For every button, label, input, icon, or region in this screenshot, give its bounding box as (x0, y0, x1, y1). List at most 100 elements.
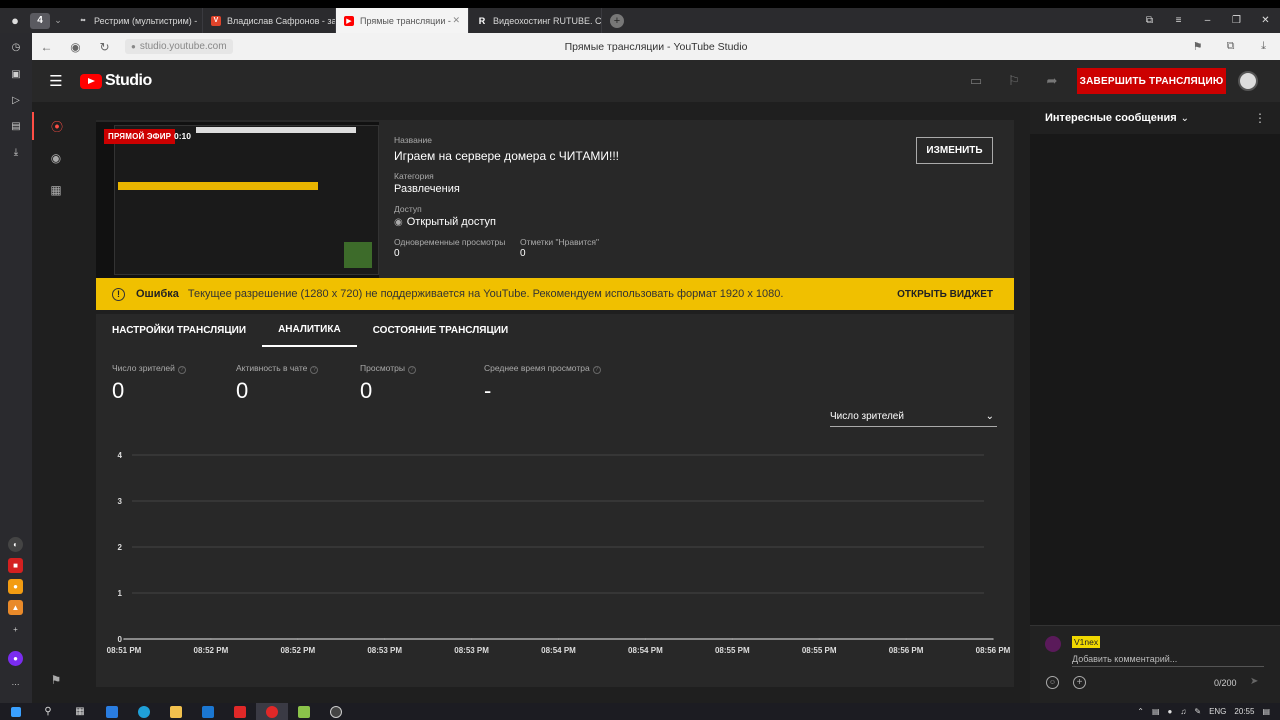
avatar[interactable] (1238, 71, 1258, 91)
help-icon[interactable]: ? (177, 366, 186, 374)
language-indicator[interactable]: ENG (1209, 707, 1226, 716)
clock[interactable]: 20:55 (1234, 707, 1254, 716)
volume-icon[interactable]: ♫ (1180, 707, 1186, 716)
bookmark-icon[interactable]: ⚑ (1181, 40, 1214, 53)
close-icon[interactable]: ✕ (452, 15, 460, 26)
share-arrow-icon[interactable]: ➦ (1033, 73, 1071, 89)
yandex-browser-icon[interactable] (256, 703, 288, 720)
market-icon[interactable]: ▲ (8, 600, 23, 615)
tab-stream-settings[interactable]: НАСТРОЙКИ ТРАНСЛЯЦИИ (96, 314, 262, 347)
reader-icon[interactable]: ▤ (7, 117, 25, 135)
windows-start-icon[interactable] (0, 703, 32, 720)
url-field[interactable]: ● studio.youtube.com (125, 39, 233, 54)
history-icon[interactable]: ◷ (7, 38, 25, 56)
menu-icon[interactable]: ≡ (1164, 15, 1193, 26)
browser-tab-youtube[interactable]: ▶ Прямые трансляции - ✕ (336, 8, 469, 33)
alice-icon[interactable]: ◐ (8, 537, 23, 552)
download-icon[interactable]: ⤓ (1247, 40, 1280, 53)
tab-label: Владислав Сафронов - за (227, 15, 336, 26)
browser-tab-restream[interactable]: ∞ Рестрим (мультистрим) - (70, 8, 203, 33)
window-close-icon[interactable]: ✕ (1251, 15, 1280, 26)
data-point (557, 638, 560, 640)
edit-button[interactable]: ИЗМЕНИТЬ (916, 137, 993, 164)
mail-taskbar-icon[interactable] (192, 703, 224, 720)
chat-comment-input[interactable]: Добавить комментарий... (1072, 654, 1264, 667)
y-tick-label: 0 (118, 635, 123, 644)
video-icon[interactable]: ▷ (7, 91, 25, 109)
tab-stream-health[interactable]: СОСТОЯНИЕ ТРАНСЛЯЦИИ (357, 314, 524, 347)
app-green-icon[interactable] (288, 703, 320, 720)
tab-analytics[interactable]: АНАЛИТИКА (262, 314, 357, 347)
search-icon[interactable]: ⚲ (32, 703, 64, 720)
folder-icon[interactable] (160, 703, 192, 720)
help-icon[interactable]: ? (592, 366, 601, 374)
more-icon[interactable]: ⋯ (8, 677, 23, 692)
data-point (992, 638, 994, 640)
emoji-icon[interactable]: ☺ (1046, 676, 1059, 689)
back-icon[interactable]: ← (32, 40, 61, 54)
yandex-icon[interactable] (224, 703, 256, 720)
more-vert-icon[interactable]: ⋮ (1254, 111, 1266, 125)
metric-select[interactable]: Число зрителей ⌄ (830, 407, 997, 427)
stream-icon[interactable]: ⦿ (32, 112, 80, 140)
access-text: Открытый доступ (406, 216, 496, 228)
reload-icon[interactable]: ↻ (90, 40, 119, 54)
minimize-icon[interactable]: – (1193, 15, 1222, 26)
hamburger-menu-icon[interactable]: ☰ (32, 72, 80, 90)
add-icon[interactable]: + (1073, 676, 1086, 689)
end-stream-button[interactable]: ЗАВЕРШИТЬ ТРАНСЛЯЦИЮ (1077, 68, 1226, 94)
metric-avg-watch-time: Среднее время просмотра? - (484, 363, 601, 404)
globe-icon: ◉ (394, 216, 403, 228)
help-icon[interactable]: ? (310, 366, 319, 374)
obs-icon[interactable] (320, 703, 352, 720)
chevron-down-icon[interactable]: ⌄ (1181, 113, 1189, 124)
fullscreen-icon[interactable]: ▭ (957, 73, 995, 89)
metric-label: Просмотры? (360, 363, 416, 374)
edge-icon[interactable] (128, 703, 160, 720)
studio-logo[interactable]: Studio (80, 72, 152, 90)
task-view-icon[interactable]: ▦ (64, 703, 96, 720)
network-icon[interactable]: ▤ (1152, 707, 1160, 716)
live-time: 0:10 (174, 131, 192, 141)
y-tick-label: 2 (118, 543, 123, 552)
preview-bar (196, 127, 356, 133)
help-icon[interactable]: ? (407, 366, 416, 374)
metric-label: Число зрителей? (112, 363, 186, 374)
collections-icon[interactable]: ⧉ (1135, 15, 1164, 26)
send-icon[interactable]: ➤ (1250, 676, 1258, 687)
camera-icon[interactable]: ◉ (32, 144, 80, 172)
store-icon[interactable] (96, 703, 128, 720)
likes-label: Отметки "Нравится" (520, 237, 600, 247)
assistant-icon[interactable]: ● (8, 651, 23, 666)
chevron-down-icon[interactable]: ⌄ (52, 15, 64, 26)
profile-icon[interactable]: ● (0, 8, 30, 33)
studio-logo-text: Studio (105, 72, 152, 89)
chat-filter-select[interactable]: Интересные сообщения (1045, 112, 1177, 124)
downloads-icon[interactable]: ⤓ (7, 143, 25, 161)
metric-value: - (484, 378, 492, 403)
restore-icon[interactable]: ❐ (1222, 15, 1251, 26)
feedback-icon[interactable]: ⚑ (32, 666, 80, 694)
rutube-icon: R (478, 15, 486, 26)
bookmark-outline-icon[interactable]: ⚐ (995, 73, 1033, 89)
browser-tab-rutube[interactable]: R Видеохостинг RUTUBE. Св (469, 8, 602, 33)
notifications-icon[interactable]: ▤ (1262, 707, 1270, 716)
calendar-icon[interactable]: ▦ (32, 176, 80, 204)
add-app-icon[interactable]: + (8, 622, 23, 637)
share-icon[interactable]: ⧉ (1214, 40, 1247, 53)
screenshot-icon[interactable]: ▣ (7, 65, 25, 83)
protect-icon[interactable]: ◉ (61, 40, 90, 54)
y-tick-label: 1 (118, 589, 123, 598)
mail-icon[interactable]: ■ (8, 558, 23, 573)
microphone-icon[interactable]: ● (1168, 707, 1173, 716)
chevron-up-icon[interactable]: ⌃ (1137, 707, 1144, 716)
pen-icon[interactable]: ✎ (1194, 707, 1201, 716)
browser-tab-vk[interactable]: V Владислав Сафронов - за (203, 8, 336, 33)
open-widget-link[interactable]: ОТКРЫТЬ ВИДЖЕТ (897, 289, 993, 300)
tab-count-badge[interactable]: 4 (30, 12, 50, 29)
char-counter: 0/200 (1214, 678, 1237, 688)
new-tab-plus-icon[interactable]: + (610, 13, 624, 28)
data-point (470, 638, 473, 640)
game-icon[interactable]: ● (8, 579, 23, 594)
stream-preview[interactable]: ПРЯМОЙ ЭФИР 0:10 (96, 122, 379, 278)
